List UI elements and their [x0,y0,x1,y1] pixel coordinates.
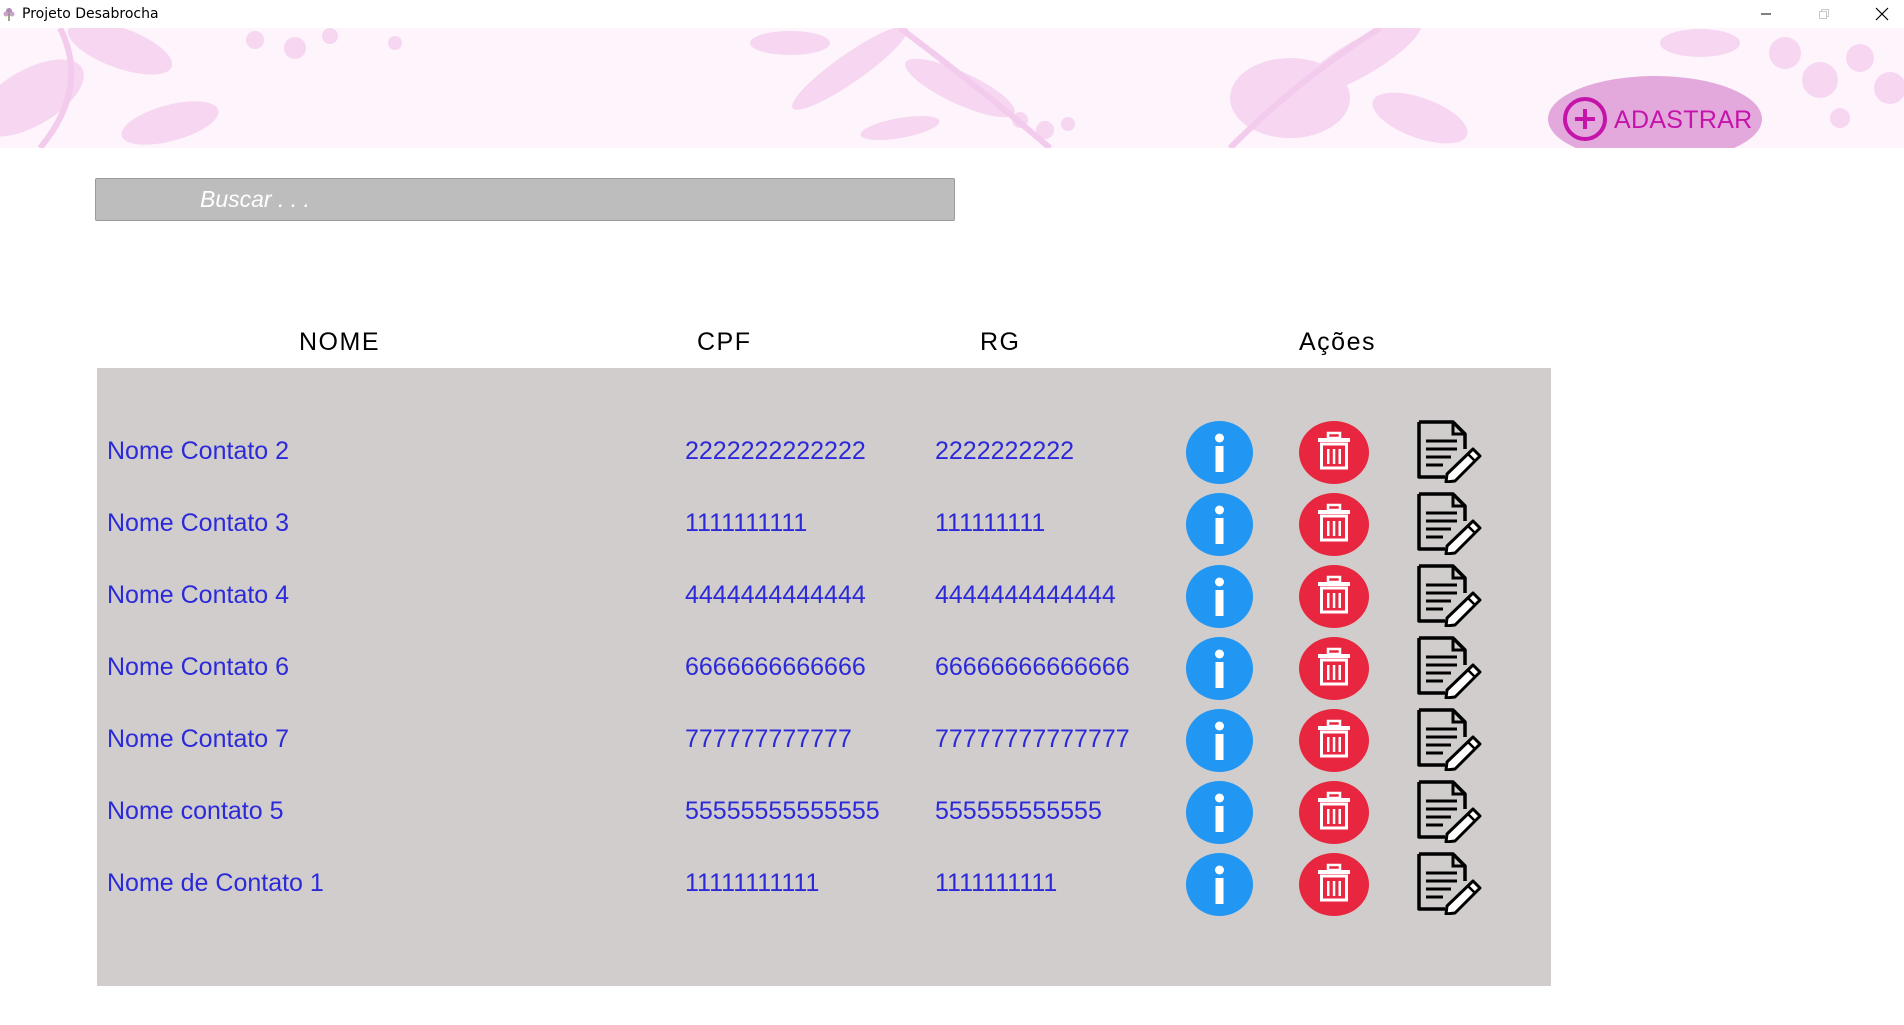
edit-button[interactable] [1415,707,1483,771]
table-row: Nome de Contato 1 11111111111 1111111111 [97,847,1551,919]
table-row: Nome Contato 2 2222222222222 2222222222 [97,415,1551,487]
contact-cpf: 2222222222222 [685,437,866,465]
table-row: Nome Contato 7 777777777777 777777777777… [97,703,1551,775]
contact-cpf: 777777777777 [685,725,852,753]
delete-button[interactable] [1299,421,1369,484]
info-icon [1215,505,1224,544]
edit-document-icon [1417,564,1482,627]
delete-button[interactable] [1299,709,1369,772]
edit-document-icon [1417,636,1482,699]
contact-name: Nome Contato 4 [107,581,290,609]
contact-rg: 77777777777777 [935,725,1130,753]
info-button[interactable] [1186,709,1253,772]
info-button[interactable] [1186,853,1253,916]
contact-cpf: 4444444444444 [685,581,866,609]
contact-name: Nome contato 5 [107,797,284,825]
maximize-button[interactable] [1796,0,1852,28]
trash-icon [1318,431,1350,470]
info-icon [1215,721,1224,760]
delete-button[interactable] [1299,781,1369,844]
minimize-icon [1761,13,1771,15]
trash-icon [1318,863,1350,902]
edit-button[interactable] [1415,635,1483,699]
info-button[interactable] [1186,637,1253,700]
contact-cpf: 11111111111 [685,869,820,897]
contact-rg: 4444444444444 [935,581,1116,609]
edit-button[interactable] [1415,563,1483,627]
column-header-nome: NOME [299,328,380,356]
window-titlebar: Projeto Desabrocha [0,0,1904,28]
trash-icon [1318,503,1350,542]
edit-button[interactable] [1415,491,1483,555]
contact-rg: 111111111 [935,509,1046,537]
column-header-cpf: CPF [697,328,752,356]
edit-button[interactable] [1415,851,1483,915]
info-icon [1215,577,1224,616]
info-icon [1215,865,1224,904]
contact-rg: 2222222222 [935,437,1075,465]
restore-icon [1819,9,1829,19]
info-icon [1215,433,1224,472]
edit-document-icon [1417,492,1482,555]
trash-icon [1318,647,1350,686]
contact-rg: 66666666666666 [935,653,1130,681]
column-header-rg: RG [980,328,1021,356]
contact-cpf: 1111111111 [685,509,808,537]
contact-rg: 1111111111 [935,869,1058,897]
contact-rg: 555555555555 [935,797,1102,825]
contact-name: Nome Contato 6 [107,653,290,681]
edit-document-icon [1417,780,1482,843]
header-banner: ADASTRAR [0,28,1904,148]
contact-name: Nome de Contato 1 [107,869,324,897]
contact-name: Nome Contato 2 [107,437,290,465]
delete-button[interactable] [1299,637,1369,700]
cadastrar-label: ADASTRAR [1614,106,1753,134]
contact-name: Nome Contato 7 [107,725,290,753]
info-icon [1215,649,1224,688]
edit-button[interactable] [1415,779,1483,843]
table-row: Nome Contato 4 4444444444444 44444444444… [97,559,1551,631]
edit-document-icon [1417,852,1482,915]
table-row: Nome contato 5 55555555555555 5555555555… [97,775,1551,847]
edit-document-icon [1417,708,1482,771]
search-input[interactable] [95,178,955,221]
info-button[interactable] [1186,781,1253,844]
edit-document-icon [1417,420,1482,483]
minimize-button[interactable] [1738,0,1794,28]
delete-button[interactable] [1299,493,1369,556]
info-button[interactable] [1186,493,1253,556]
delete-button[interactable] [1299,565,1369,628]
window-title: Projeto Desabrocha [22,6,159,22]
trash-icon [1318,719,1350,758]
edit-button[interactable] [1415,419,1483,483]
info-button[interactable] [1186,565,1253,628]
trash-icon [1318,791,1350,830]
info-button[interactable] [1186,421,1253,484]
contact-cpf: 55555555555555 [685,797,880,825]
contact-name: Nome Contato 3 [107,509,290,537]
table-row: Nome Contato 6 6666666666666 66666666666… [97,631,1551,703]
close-icon [1875,7,1889,21]
trash-icon [1318,575,1350,614]
info-icon [1215,793,1224,832]
app-flower-icon [3,8,15,21]
contacts-table: Nome Contato 2 2222222222222 2222222222 [97,368,1551,986]
plus-circle-icon [1563,97,1607,141]
close-window-button[interactable] [1854,0,1904,28]
delete-button[interactable] [1299,853,1369,916]
column-header-acoes: Ações [1299,328,1376,356]
table-row: Nome Contato 3 1111111111 111111111 [97,487,1551,559]
contact-cpf: 6666666666666 [685,653,866,681]
